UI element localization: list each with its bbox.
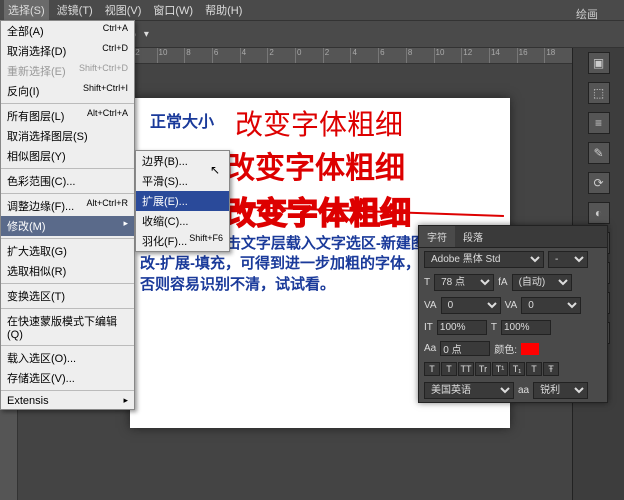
- menu-item[interactable]: 取消选择(D)Ctrl+D: [1, 41, 134, 61]
- submenu-item[interactable]: 扩展(E)...: [136, 191, 229, 211]
- vscale-icon: IT: [424, 322, 433, 333]
- tab-character[interactable]: 字符: [419, 226, 455, 247]
- menu-item[interactable]: 调整边缘(F)...Alt+Ctrl+R: [1, 196, 134, 216]
- menu-item[interactable]: Extensis▸: [1, 393, 134, 409]
- underline-button[interactable]: T: [526, 362, 542, 376]
- submenu-item[interactable]: 收缩(C)...: [136, 211, 229, 231]
- font-style-select[interactable]: -: [548, 251, 588, 268]
- kerning-icon: VA: [424, 300, 437, 311]
- language-select[interactable]: 美国英语: [424, 382, 514, 399]
- menu-item[interactable]: 取消选择图层(S): [1, 126, 134, 146]
- tracking-icon: VA: [505, 300, 518, 311]
- dock-icon[interactable]: ≡: [588, 112, 610, 134]
- submenu-item[interactable]: 羽化(F)...Shift+F6: [136, 231, 229, 251]
- text-normal-size: 正常大小: [150, 108, 214, 132]
- color-label: 颜色:: [494, 341, 517, 356]
- text-style-buttons: T T TT Tr T¹ T₁ T Ŧ: [419, 359, 607, 379]
- dock-icon[interactable]: ✎: [588, 142, 610, 164]
- baseline-icon: Aa: [424, 343, 436, 354]
- select-menu-dropdown[interactable]: 全部(A)Ctrl+A取消选择(D)Ctrl+D重新选择(E)Shift+Ctr…: [0, 20, 135, 410]
- antialias-select[interactable]: 锐利: [533, 382, 588, 399]
- faux-italic-button[interactable]: T: [441, 362, 457, 376]
- menu-view[interactable]: 视图(V): [101, 0, 146, 20]
- menu-help[interactable]: 帮助(H): [201, 0, 246, 20]
- superscript-button[interactable]: T¹: [492, 362, 508, 376]
- menu-window[interactable]: 窗口(W): [149, 0, 197, 20]
- font-size-select[interactable]: 78 点: [434, 274, 494, 291]
- smallcaps-button[interactable]: Tr: [475, 362, 491, 376]
- menu-item[interactable]: 选取相似(R): [1, 261, 134, 281]
- workspace-label[interactable]: 绘画: [572, 4, 602, 24]
- menubar: 选择(S) 滤镜(T) 视图(V) 窗口(W) 帮助(H) 绘画: [0, 0, 624, 20]
- menu-item[interactable]: 扩大选取(G): [1, 241, 134, 261]
- menu-item[interactable]: 载入选区(O)...: [1, 348, 134, 368]
- dock-icon[interactable]: ⟳: [588, 172, 610, 194]
- strike-button[interactable]: Ŧ: [543, 362, 559, 376]
- menu-item[interactable]: 相似图层(Y): [1, 146, 134, 166]
- hscale-input[interactable]: [501, 320, 551, 335]
- text-red-1: 改变字体粗细: [235, 103, 403, 143]
- color-swatch[interactable]: [521, 343, 539, 355]
- cursor-icon: ↖: [210, 163, 220, 177]
- dock-icon[interactable]: ⬚: [588, 82, 610, 104]
- menu-item[interactable]: 在快速蒙版模式下编辑(Q): [1, 311, 134, 343]
- menu-item[interactable]: 反向(I)Shift+Ctrl+I: [1, 81, 134, 101]
- menu-item[interactable]: 存储选区(V)...: [1, 368, 134, 388]
- dock-icon[interactable]: ◐: [588, 202, 610, 224]
- menu-item[interactable]: 变换选区(T): [1, 286, 134, 306]
- kerning-select[interactable]: 0: [441, 297, 501, 314]
- menu-item[interactable]: 所有图层(L)Alt+Ctrl+A: [1, 106, 134, 126]
- menu-item[interactable]: 全部(A)Ctrl+A: [1, 21, 134, 41]
- leading-icon: fA: [498, 277, 507, 288]
- faux-bold-button[interactable]: T: [424, 362, 440, 376]
- subscript-button[interactable]: T₁: [509, 362, 525, 376]
- menu-select[interactable]: 选择(S): [4, 0, 49, 20]
- vscale-input[interactable]: [437, 320, 487, 335]
- leading-select[interactable]: (自动): [512, 274, 572, 291]
- hscale-icon: T: [491, 322, 497, 333]
- menu-filter[interactable]: 滤镜(T): [53, 0, 97, 20]
- menu-item[interactable]: 重新选择(E)Shift+Ctrl+D: [1, 61, 134, 81]
- menu-item[interactable]: 色彩范围(C)...: [1, 171, 134, 191]
- tracking-select[interactable]: 0: [521, 297, 581, 314]
- menu-item[interactable]: 修改(M)▸: [1, 216, 134, 236]
- baseline-input[interactable]: [440, 341, 490, 356]
- size-icon: T: [424, 277, 430, 288]
- allcaps-button[interactable]: TT: [458, 362, 474, 376]
- dock-icon[interactable]: ▣: [588, 52, 610, 74]
- tab-paragraph[interactable]: 段落: [455, 226, 491, 247]
- character-panel[interactable]: 字符 段落 Adobe 黑体 Std - T 78 点 fA (自动) VA 0…: [418, 225, 608, 403]
- aa-label: aa: [518, 385, 529, 396]
- font-family-select[interactable]: Adobe 黑体 Std: [424, 251, 544, 268]
- text-red-2: 改变字体粗细: [225, 143, 405, 187]
- chevron-down-icon[interactable]: ▾: [144, 29, 149, 40]
